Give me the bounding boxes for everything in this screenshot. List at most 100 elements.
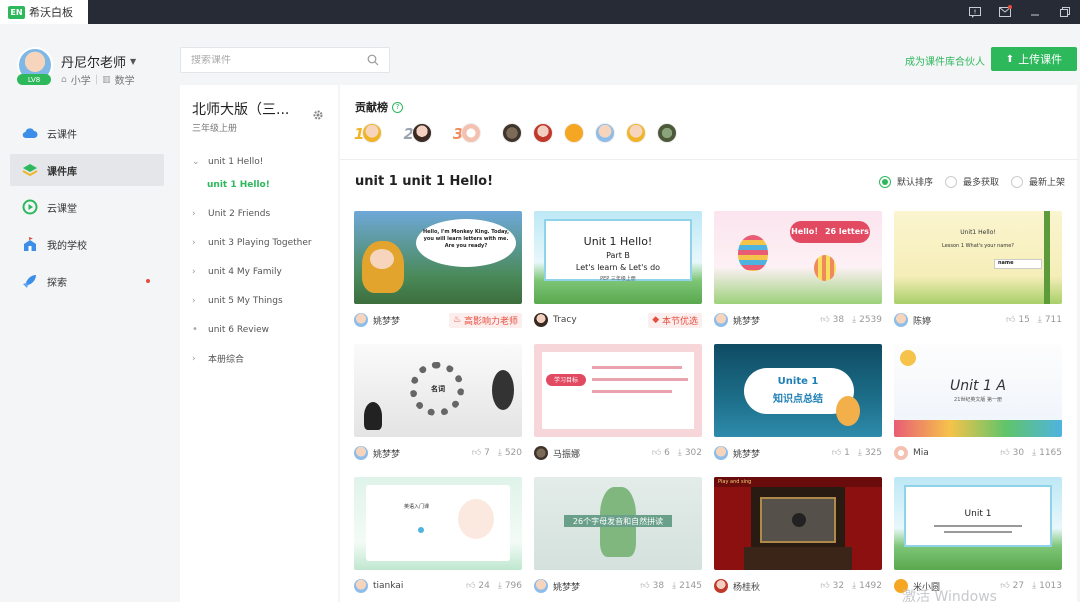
tree-item-unit6[interactable]: • unit 6 Review — [180, 315, 338, 344]
download-count[interactable]: ⤓ 520 — [498, 448, 522, 458]
book-title[interactable]: 北师大版（三... — [192, 99, 302, 119]
card-author[interactable]: Mia — [913, 448, 992, 458]
new-dot — [146, 279, 150, 283]
rank-2[interactable]: 2 — [403, 123, 442, 143]
courseware-card[interactable]: Unite 1 知识点总结 姚梦梦 👍︎ 1 ⤓ 325 — [714, 344, 882, 469]
tree-item-unit4[interactable]: › unit 4 My Family — [180, 257, 338, 286]
rank-1[interactable]: 1 — [354, 123, 393, 143]
sidebar-item-explore[interactable]: 探索 — [10, 265, 164, 297]
sort-newest[interactable]: 最新上架 — [1010, 175, 1065, 188]
windows-activation-watermark: 激活 Windows — [902, 589, 997, 602]
avatar — [354, 579, 368, 593]
card-author[interactable]: 姚梦梦 — [733, 314, 812, 327]
courseware-card[interactable]: Hello！ 26 letters 姚梦梦 👍︎ 38 ⤓ 2539 — [714, 211, 882, 336]
courseware-card[interactable]: Unit1 Hello! Lesson 1 What's your name? … — [894, 211, 1062, 336]
card-author[interactable]: 姚梦梦 — [553, 580, 632, 593]
tree-item-unit1-hello[interactable]: unit 1 Hello! — [180, 173, 338, 197]
card-thumbnail[interactable]: 英语入门课 — [354, 477, 522, 570]
download-count[interactable]: ⤓ 325 — [858, 448, 882, 458]
courseware-card[interactable]: 26个字母发音和自然拼读 姚梦梦 👍︎ 38 ⤓ 2145 — [534, 477, 702, 602]
courseware-card[interactable]: Unit 1 Hello! Part B Let's learn & Let's… — [534, 211, 702, 336]
tree-item-book-review[interactable]: › 本册综合 — [180, 344, 338, 373]
like-count[interactable]: 👍︎ 38 — [820, 315, 844, 325]
help-icon[interactable]: ? — [392, 101, 403, 113]
card-thumbnail[interactable]: 学习目标 — [534, 344, 702, 437]
tree-item-unit5[interactable]: › unit 5 My Things — [180, 286, 338, 315]
like-count[interactable]: 👍︎ 27 — [1000, 581, 1024, 591]
download-count[interactable]: ⤓ 302 — [678, 448, 702, 458]
upload-button[interactable]: ⬆ 上传课件 — [991, 47, 1077, 71]
minimize-icon[interactable] — [1020, 0, 1050, 24]
card-thumbnail[interactable]: 26个字母发音和自然拼读 — [534, 477, 702, 570]
courseware-card[interactable]: Hello, I'm Monkey King. Today, you will … — [354, 211, 522, 336]
courseware-card[interactable]: Unit 1 米小圆 👍︎ 27 ⤓ 1013 — [894, 477, 1062, 602]
avatar[interactable] — [502, 123, 523, 143]
chevron-down-icon: ⌄ — [192, 156, 200, 167]
card-thumbnail[interactable]: Play and sing — [714, 477, 882, 570]
search-input[interactable] — [191, 54, 367, 66]
card-thumbnail[interactable]: Unite 1 知识点总结 — [714, 344, 882, 437]
card-thumbnail[interactable]: Unit 1 — [894, 477, 1062, 570]
courseware-card[interactable]: 学习目标 马振娜 👍︎ 6 ⤓ 302 — [534, 344, 702, 469]
sidebar-item-library[interactable]: 课件库 — [10, 154, 164, 186]
thumbs-up-icon: 👍︎ — [831, 448, 842, 458]
tree-item-unit2[interactable]: › Unit 2 Friends — [180, 199, 338, 228]
card-author[interactable]: 姚梦梦 — [373, 447, 464, 460]
card-author[interactable]: 杨桂秋 — [733, 580, 812, 593]
tree-item-unit3[interactable]: › unit 3 Playing Together — [180, 228, 338, 257]
sort-most-acquired[interactable]: 最多获取 — [944, 175, 999, 188]
card-thumbnail[interactable]: 名词 — [354, 344, 522, 437]
rank-3[interactable]: 3 — [453, 123, 492, 143]
like-count[interactable]: 👍︎ 30 — [1000, 448, 1024, 458]
avatar[interactable] — [626, 123, 647, 143]
partner-link[interactable]: 成为课件库合伙人 — [905, 53, 985, 68]
download-count[interactable]: ⤓ 711 — [1038, 315, 1062, 325]
download-count[interactable]: ⤓ 1165 — [1032, 448, 1062, 458]
avatar[interactable] — [564, 123, 585, 143]
card-author[interactable]: 姚梦梦 — [733, 447, 824, 460]
courseware-card[interactable]: Play and sing 杨桂秋 👍︎ 32 ⤓ 1492 — [714, 477, 882, 602]
card-author[interactable]: tiankai — [373, 581, 458, 591]
download-count[interactable]: ⤓ 2539 — [852, 315, 882, 325]
restore-icon[interactable] — [1050, 0, 1080, 24]
card-thumbnail[interactable]: Unit 1 A 21世纪英文版 第一册 — [894, 344, 1062, 437]
sidebar-item-cloud-class[interactable]: 云课堂 — [10, 191, 164, 223]
card-author[interactable]: 姚梦梦 — [373, 314, 449, 327]
like-count[interactable]: 👍︎ 38 — [640, 581, 664, 591]
courseware-card[interactable]: 英语入门课 tiankai 👍︎ 24 ⤓ 796 — [354, 477, 522, 602]
card-thumbnail[interactable]: Unit 1 Hello! Part B Let's learn & Let's… — [534, 211, 702, 304]
sidebar-item-my-school[interactable]: 我的学校 — [10, 228, 164, 260]
download-count[interactable]: ⤓ 2145 — [672, 581, 702, 591]
like-count[interactable]: 👍︎ 32 — [820, 581, 844, 591]
sidebar-item-cloud-courseware[interactable]: 云课件 — [10, 117, 164, 149]
avatar — [461, 123, 482, 143]
courseware-card[interactable]: Unit 1 A 21世纪英文版 第一册 Mia 👍︎ 30 ⤓ 1165 — [894, 344, 1062, 469]
card-author[interactable]: Tracy — [553, 315, 648, 325]
like-count[interactable]: 👍︎ 15 — [1006, 315, 1030, 325]
download-count[interactable]: ⤓ 1013 — [1032, 581, 1062, 591]
like-count[interactable]: 👍︎ 1 — [832, 448, 850, 458]
like-count[interactable]: 👍︎ 6 — [652, 448, 670, 458]
user-meta: ⌂ 小学 | ▥ 数学 — [61, 74, 135, 87]
user-name-menu[interactable]: 丹尼尔老师 ▼ — [61, 52, 136, 71]
avatar[interactable] — [533, 123, 554, 143]
courseware-card[interactable]: 名词 姚梦梦 👍︎ 7 ⤓ 520 — [354, 344, 522, 469]
gear-icon[interactable] — [312, 109, 324, 121]
card-author[interactable]: 马振娜 — [553, 447, 644, 460]
card-thumbnail[interactable]: Hello, I'm Monkey King. Today, you will … — [354, 211, 522, 304]
card-author[interactable]: 陈婷 — [913, 314, 998, 327]
search-icon[interactable] — [367, 54, 379, 66]
avatar[interactable] — [657, 123, 678, 143]
download-count[interactable]: ⤓ 796 — [498, 581, 522, 591]
avatar[interactable] — [595, 123, 616, 143]
card-thumbnail[interactable]: Hello！ 26 letters — [714, 211, 882, 304]
sort-default[interactable]: 默认排序 — [878, 175, 933, 188]
mail-icon[interactable] — [990, 0, 1020, 24]
feedback-icon[interactable] — [960, 0, 990, 24]
card-thumbnail[interactable]: Unit1 Hello! Lesson 1 What's your name? … — [894, 211, 1062, 304]
download-count[interactable]: ⤓ 1492 — [852, 581, 882, 591]
tree-item-unit1[interactable]: ⌄ unit 1 Hello! — [180, 147, 338, 176]
like-count[interactable]: 👍︎ 24 — [466, 581, 490, 591]
app-tab[interactable]: EN 希沃白板 — [0, 0, 88, 24]
like-count[interactable]: 👍︎ 7 — [472, 448, 490, 458]
